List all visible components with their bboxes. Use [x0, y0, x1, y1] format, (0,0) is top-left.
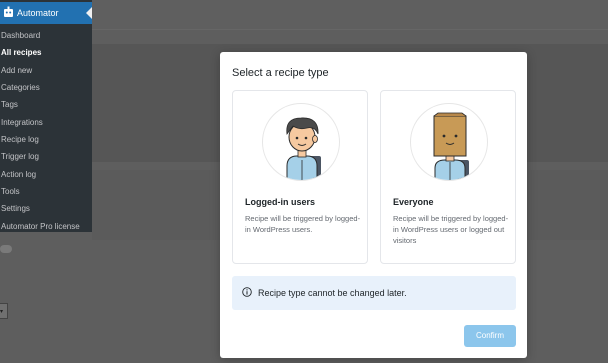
sidebar-item-integrations[interactable]: Integrations	[1, 118, 43, 128]
chevron-down-icon: ▾	[0, 309, 4, 315]
background-header	[92, 0, 608, 30]
recipe-type-modal: Select a recipe type Logged-in users Rec…	[220, 52, 527, 358]
card-title: Logged-in users	[245, 197, 316, 207]
sidebar-title: Automator	[17, 8, 59, 18]
sidebar-item-recipe-log[interactable]: Recipe log	[1, 135, 39, 145]
sidebar-item-dashboard[interactable]: Dashboard	[1, 31, 40, 41]
sidebar-item-pro-license[interactable]: Automator Pro license	[1, 222, 80, 232]
notice-text: Recipe type cannot be changed later.	[258, 288, 407, 298]
background-toggle	[0, 245, 12, 253]
card-description: Recipe will be triggered by logged-in Wo…	[393, 214, 509, 245]
automator-logo-icon	[4, 6, 13, 17]
bag-head-user-icon	[410, 103, 488, 181]
admin-sidebar: Automator Dashboard All recipes Add new …	[0, 0, 92, 232]
sidebar-item-automator[interactable]: Automator	[0, 2, 92, 24]
card-description: Recipe will be triggered by logged-in Wo…	[245, 214, 361, 234]
modal-title: Select a recipe type	[232, 67, 329, 79]
sidebar-item-action-log[interactable]: Action log	[1, 170, 36, 180]
sidebar-item-tags[interactable]: Tags	[1, 100, 18, 110]
sidebar-item-add-new[interactable]: Add new	[1, 66, 32, 76]
confirm-button[interactable]: Confirm	[464, 325, 516, 347]
info-notice: Recipe type cannot be changed later.	[232, 276, 516, 310]
sidebar-item-trigger-log[interactable]: Trigger log	[1, 152, 39, 162]
sidebar-item-settings[interactable]: Settings	[1, 204, 30, 214]
card-title: Everyone	[393, 197, 434, 207]
recipe-type-everyone[interactable]: Everyone Recipe will be triggered by log…	[380, 90, 516, 264]
user-avatar-icon	[262, 103, 340, 181]
info-icon	[242, 287, 252, 297]
sidebar-item-all-recipes[interactable]: All recipes	[1, 48, 41, 58]
recipe-type-logged-in-users[interactable]: Logged-in users Recipe will be triggered…	[232, 90, 368, 264]
sidebar-item-tools[interactable]: Tools	[1, 187, 20, 197]
sidebar-item-categories[interactable]: Categories	[1, 83, 40, 93]
